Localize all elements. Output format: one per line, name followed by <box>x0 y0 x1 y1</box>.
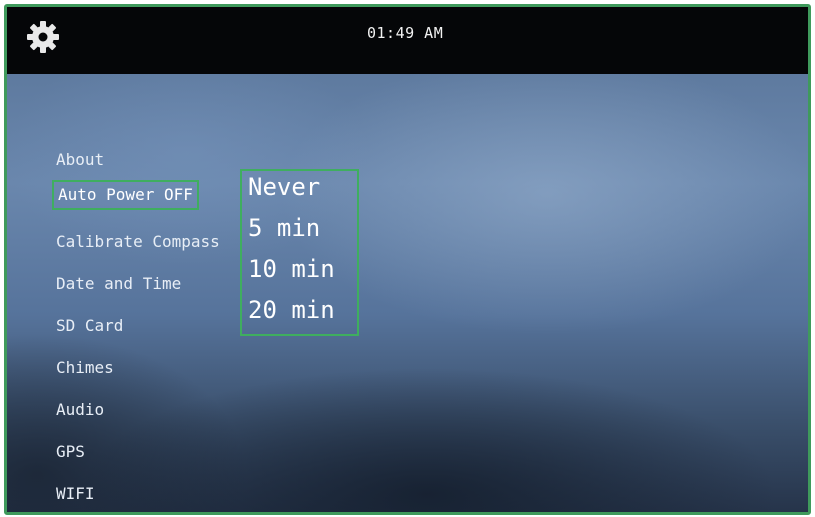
option-10-min[interactable]: 10 min <box>248 255 335 283</box>
option-20-min[interactable]: 20 min <box>248 296 335 324</box>
option-never[interactable]: Never <box>248 173 320 201</box>
menu-item-date-and-time[interactable]: Date and Time <box>56 274 181 293</box>
menu-item-gps[interactable]: GPS <box>56 442 85 461</box>
auto-power-off-options: Never 5 min 10 min 20 min <box>240 169 359 336</box>
menu-item-calibrate-compass[interactable]: Calibrate Compass <box>56 232 220 251</box>
menu-item-sd-card[interactable]: SD Card <box>56 316 123 335</box>
option-5-min[interactable]: 5 min <box>248 214 320 242</box>
menu-item-auto-power-off[interactable]: Auto Power OFF <box>52 180 199 210</box>
menu-item-audio[interactable]: Audio <box>56 400 104 419</box>
settings-screen: About Auto Power OFF Calibrate Compass D… <box>7 74 808 512</box>
clock-time: 01:49 AM <box>367 24 444 42</box>
device-screen: 01:49 AM About Auto Power OFF Calibrate … <box>4 4 811 515</box>
menu-item-wifi[interactable]: WIFI <box>56 484 95 503</box>
menu-item-chimes[interactable]: Chimes <box>56 358 114 377</box>
status-bar: 01:49 AM <box>7 7 808 74</box>
gear-icon[interactable] <box>25 19 61 55</box>
menu-item-about[interactable]: About <box>56 150 104 169</box>
